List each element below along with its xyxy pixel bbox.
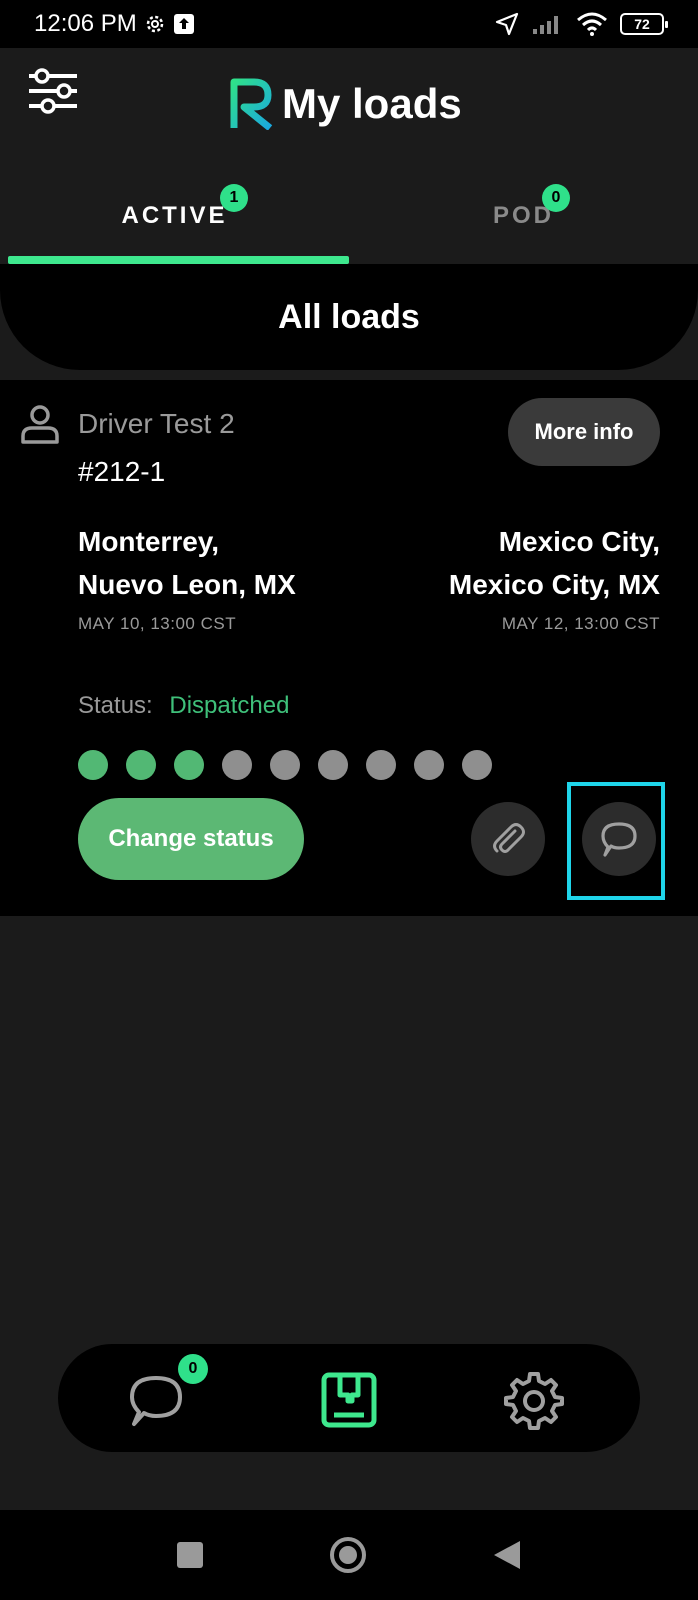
- status-step-dot: [126, 750, 156, 780]
- bottom-nav: 0: [58, 1344, 640, 1452]
- tab-bar: ACTIVE 1 POD 0: [0, 166, 698, 266]
- tab-active-label: ACTIVE: [121, 202, 228, 229]
- home-icon[interactable]: [328, 1535, 368, 1575]
- status-step-dot: [462, 750, 492, 780]
- wifi-icon: [577, 12, 607, 36]
- tab-active[interactable]: ACTIVE 1: [0, 166, 349, 266]
- more-info-button[interactable]: More info: [508, 398, 660, 466]
- nav-chat[interactable]: [126, 1370, 186, 1430]
- status-bar: 12:06 PM 72: [0, 0, 698, 48]
- app-logo-icon: [230, 78, 273, 130]
- destination-location: Mexico City, Mexico City, MX: [449, 520, 660, 606]
- recents-icon[interactable]: [176, 1541, 204, 1569]
- status-label: Status:: [78, 692, 153, 719]
- status-step-dot: [222, 750, 252, 780]
- filter-button[interactable]: [26, 68, 80, 114]
- destination-region: Mexico City, MX: [448, 569, 660, 600]
- status-row: Status: Dispatched: [78, 692, 289, 720]
- page-title: My loads: [282, 80, 462, 127]
- settings-icon: [504, 1372, 564, 1430]
- tab-pod[interactable]: POD 0: [349, 166, 698, 266]
- nav-loads[interactable]: [319, 1370, 379, 1430]
- origin-date: MAY 10, 13:00 CST: [78, 614, 237, 633]
- battery-level: 72: [634, 16, 650, 32]
- attach-button[interactable]: [471, 802, 545, 876]
- driver-row: Driver Test 2: [18, 402, 235, 446]
- paperclip-icon: [493, 823, 525, 853]
- status-step-dot: [414, 750, 444, 780]
- upload-status-icon: [173, 14, 194, 34]
- destination-date: MAY 12, 13:00 CST: [501, 614, 660, 633]
- section-title: All loads: [278, 297, 420, 336]
- system-nav-bar: [0, 1510, 698, 1600]
- origin-city: Monterrey,: [78, 526, 220, 557]
- chat-icon: [130, 1376, 182, 1426]
- app-header: My loads: [0, 48, 698, 166]
- status-value: Dispatched: [169, 692, 290, 719]
- status-step-dot: [318, 750, 348, 780]
- nav-chat-badge: 0: [178, 1354, 208, 1384]
- origin-location: Monterrey, Nuevo Leon, MX: [78, 520, 296, 606]
- driver-name: Driver Test 2: [78, 408, 235, 439]
- load-card[interactable]: Driver Test 2 #212-1 More info Monterrey…: [0, 380, 698, 916]
- sliders-icon: [29, 68, 77, 114]
- title-wrap: My loads: [228, 78, 462, 130]
- status-step-dot: [366, 750, 396, 780]
- status-time: 12:06 PM: [34, 10, 137, 37]
- loads-icon: [321, 1372, 377, 1428]
- status-step-dot: [174, 750, 204, 780]
- destination-city: Mexico City,: [498, 526, 660, 557]
- highlight-box: [567, 782, 665, 900]
- load-id: #212-1: [78, 456, 166, 487]
- person-icon: [21, 405, 59, 444]
- back-icon[interactable]: [492, 1539, 522, 1571]
- signal-icon: [533, 16, 558, 34]
- status-step-dot: [270, 750, 300, 780]
- change-status-button[interactable]: Change status: [78, 798, 304, 880]
- battery-indicator: 72: [620, 13, 668, 35]
- active-tab-indicator: [8, 256, 349, 264]
- origin-region: Nuevo Leon, MX: [78, 569, 296, 600]
- status-step-dot: [78, 750, 108, 780]
- section-banner: All loads: [0, 264, 698, 370]
- location-arrow-icon: [495, 12, 519, 36]
- status-progress: [78, 750, 492, 780]
- tab-active-badge: 1: [220, 184, 248, 212]
- tab-pod-badge: 0: [542, 184, 570, 212]
- settings-status-icon: [146, 15, 163, 33]
- nav-settings[interactable]: [504, 1370, 564, 1430]
